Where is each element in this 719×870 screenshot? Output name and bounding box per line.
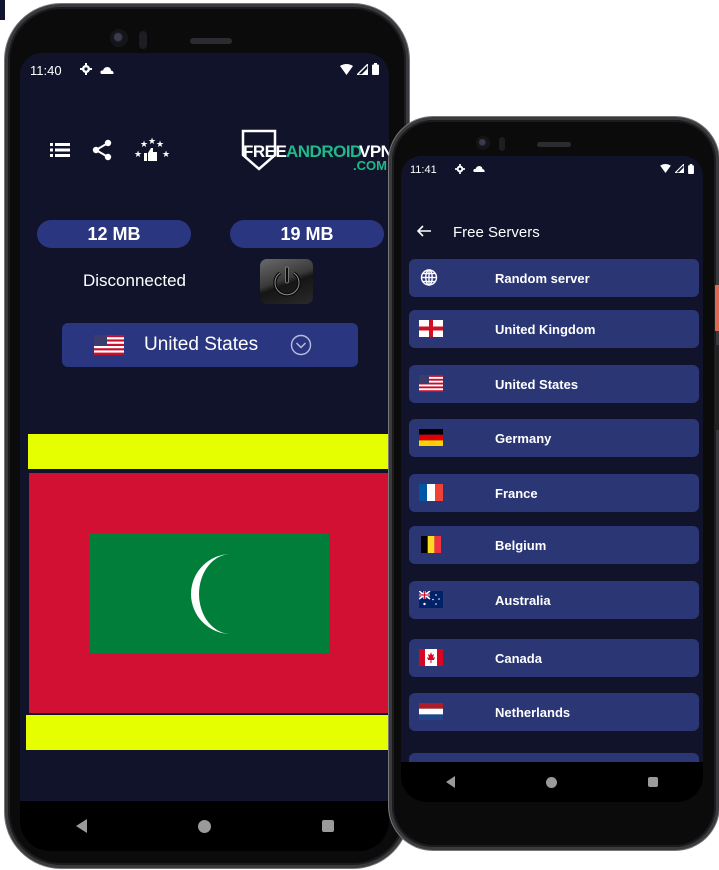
server-name: Germany bbox=[495, 430, 552, 446]
side-button-accent bbox=[715, 285, 719, 331]
nav-back-button[interactable] bbox=[75, 819, 87, 833]
gear-icon bbox=[454, 163, 465, 177]
server-item-germany[interactable]: Germany bbox=[409, 419, 699, 457]
status-bar: 11:40 bbox=[20, 53, 389, 87]
toolbar: ★ ★ ★ ★ ★ bbox=[50, 137, 170, 167]
server-name: Belgium bbox=[495, 537, 547, 553]
volume-button bbox=[715, 345, 719, 430]
brand-logo: FREE ANDROID VPN .COM bbox=[241, 129, 389, 175]
sensor bbox=[499, 137, 505, 151]
server-name: France bbox=[495, 485, 538, 501]
belgium-flag-icon bbox=[421, 536, 441, 553]
server-name: Australia bbox=[495, 592, 551, 608]
upload-stat: 19 MB bbox=[230, 220, 384, 248]
connection-status: Disconnected bbox=[83, 271, 187, 290]
server-item-canada[interactable]: Canada bbox=[409, 639, 699, 677]
svg-text:★: ★ bbox=[140, 140, 148, 150]
svg-text:★: ★ bbox=[148, 137, 156, 147]
server-item-belgium[interactable]: Belgium bbox=[409, 526, 699, 564]
netherlands-flag-icon bbox=[419, 703, 443, 720]
flag-green-center bbox=[89, 533, 329, 653]
gear-icon bbox=[79, 63, 92, 77]
nav-bar bbox=[20, 801, 389, 851]
corner-mark bbox=[0, 0, 5, 20]
server-item-united-kingdom[interactable]: United Kingdom bbox=[409, 310, 699, 348]
download-stat: 12 MB bbox=[37, 220, 191, 248]
australia-flag-icon bbox=[419, 591, 443, 608]
rate-stars-thumb-icon[interactable]: ★ ★ ★ ★ ★ bbox=[134, 137, 170, 167]
logo-free: FREE bbox=[243, 142, 287, 161]
arrow-left-icon[interactable] bbox=[416, 222, 431, 242]
earpiece-speaker bbox=[190, 38, 232, 44]
signal-icon bbox=[355, 61, 369, 77]
server-name: Random server bbox=[495, 270, 590, 286]
svg-text:★: ★ bbox=[156, 140, 164, 150]
front-camera bbox=[476, 136, 490, 150]
sensor bbox=[139, 31, 147, 49]
flag-band-top bbox=[28, 434, 389, 469]
power-button[interactable] bbox=[260, 259, 313, 304]
svg-text:★: ★ bbox=[134, 150, 142, 160]
globe-icon bbox=[420, 269, 438, 286]
nav-bar bbox=[401, 762, 703, 802]
server-item-netherlands[interactable]: Netherlands bbox=[409, 693, 699, 731]
list-icon[interactable] bbox=[50, 142, 70, 162]
wifi-icon bbox=[660, 164, 671, 176]
app-bar: Free Servers bbox=[401, 218, 540, 246]
server-item-random[interactable]: Random server bbox=[409, 259, 699, 297]
status-bar: 11:41 bbox=[401, 156, 703, 184]
crescent-icon bbox=[191, 554, 231, 634]
nav-home-button[interactable] bbox=[545, 776, 557, 788]
flag-band-bottom bbox=[26, 715, 388, 750]
nav-back-button[interactable] bbox=[446, 776, 456, 788]
earpiece-speaker bbox=[537, 142, 571, 147]
server-name: Netherlands bbox=[495, 704, 571, 720]
server-name: United Kingdom bbox=[495, 321, 596, 337]
nav-recents-button[interactable] bbox=[647, 777, 658, 787]
server-item-united-states[interactable]: United States bbox=[409, 365, 699, 403]
logo-android: ANDROID bbox=[286, 142, 362, 161]
server-item-france[interactable]: France bbox=[409, 474, 699, 512]
england-flag-icon bbox=[419, 320, 443, 337]
battery-icon bbox=[372, 63, 379, 77]
servers-screen: 11:41 Free Servers Random server United … bbox=[401, 156, 703, 762]
us-flag-icon bbox=[94, 335, 124, 355]
battery-icon bbox=[688, 163, 694, 177]
france-flag-icon bbox=[419, 484, 443, 501]
wifi-icon bbox=[340, 63, 353, 77]
nav-home-button[interactable] bbox=[197, 819, 211, 833]
country-selector[interactable]: United States bbox=[62, 323, 358, 367]
cloud-icon bbox=[473, 165, 485, 176]
germany-flag-icon bbox=[419, 429, 443, 446]
chevron-down-circle-icon bbox=[290, 334, 312, 356]
power-icon bbox=[272, 266, 301, 296]
server-name: Canada bbox=[495, 650, 542, 666]
server-item-australia[interactable]: Australia bbox=[409, 581, 699, 619]
status-time: 11:41 bbox=[410, 164, 437, 176]
page-title: Free Servers bbox=[453, 223, 540, 241]
phone-servers: 11:41 Free Servers Random server United … bbox=[389, 117, 719, 850]
front-camera bbox=[110, 29, 128, 47]
logo-com: .COM bbox=[353, 158, 387, 173]
canada-flag-icon bbox=[419, 649, 443, 666]
signal-icon bbox=[673, 162, 685, 176]
svg-text:★: ★ bbox=[162, 150, 170, 160]
featured-flag bbox=[26, 434, 389, 750]
nav-recents-button[interactable] bbox=[321, 820, 334, 832]
server-item-partial[interactable] bbox=[409, 753, 699, 762]
phone-main: 11:40 ★ ★ ★ ★ ★ FREE ANDROID VPN .COM 12… bbox=[5, 4, 409, 868]
server-name: United States bbox=[495, 376, 579, 392]
selected-country: United States bbox=[144, 334, 259, 355]
status-time: 11:40 bbox=[30, 62, 62, 78]
cloud-icon bbox=[99, 64, 114, 77]
us-flag-icon bbox=[419, 375, 443, 392]
share-icon[interactable] bbox=[92, 139, 112, 165]
main-screen: 11:40 ★ ★ ★ ★ ★ FREE ANDROID VPN .COM 12… bbox=[20, 53, 389, 801]
